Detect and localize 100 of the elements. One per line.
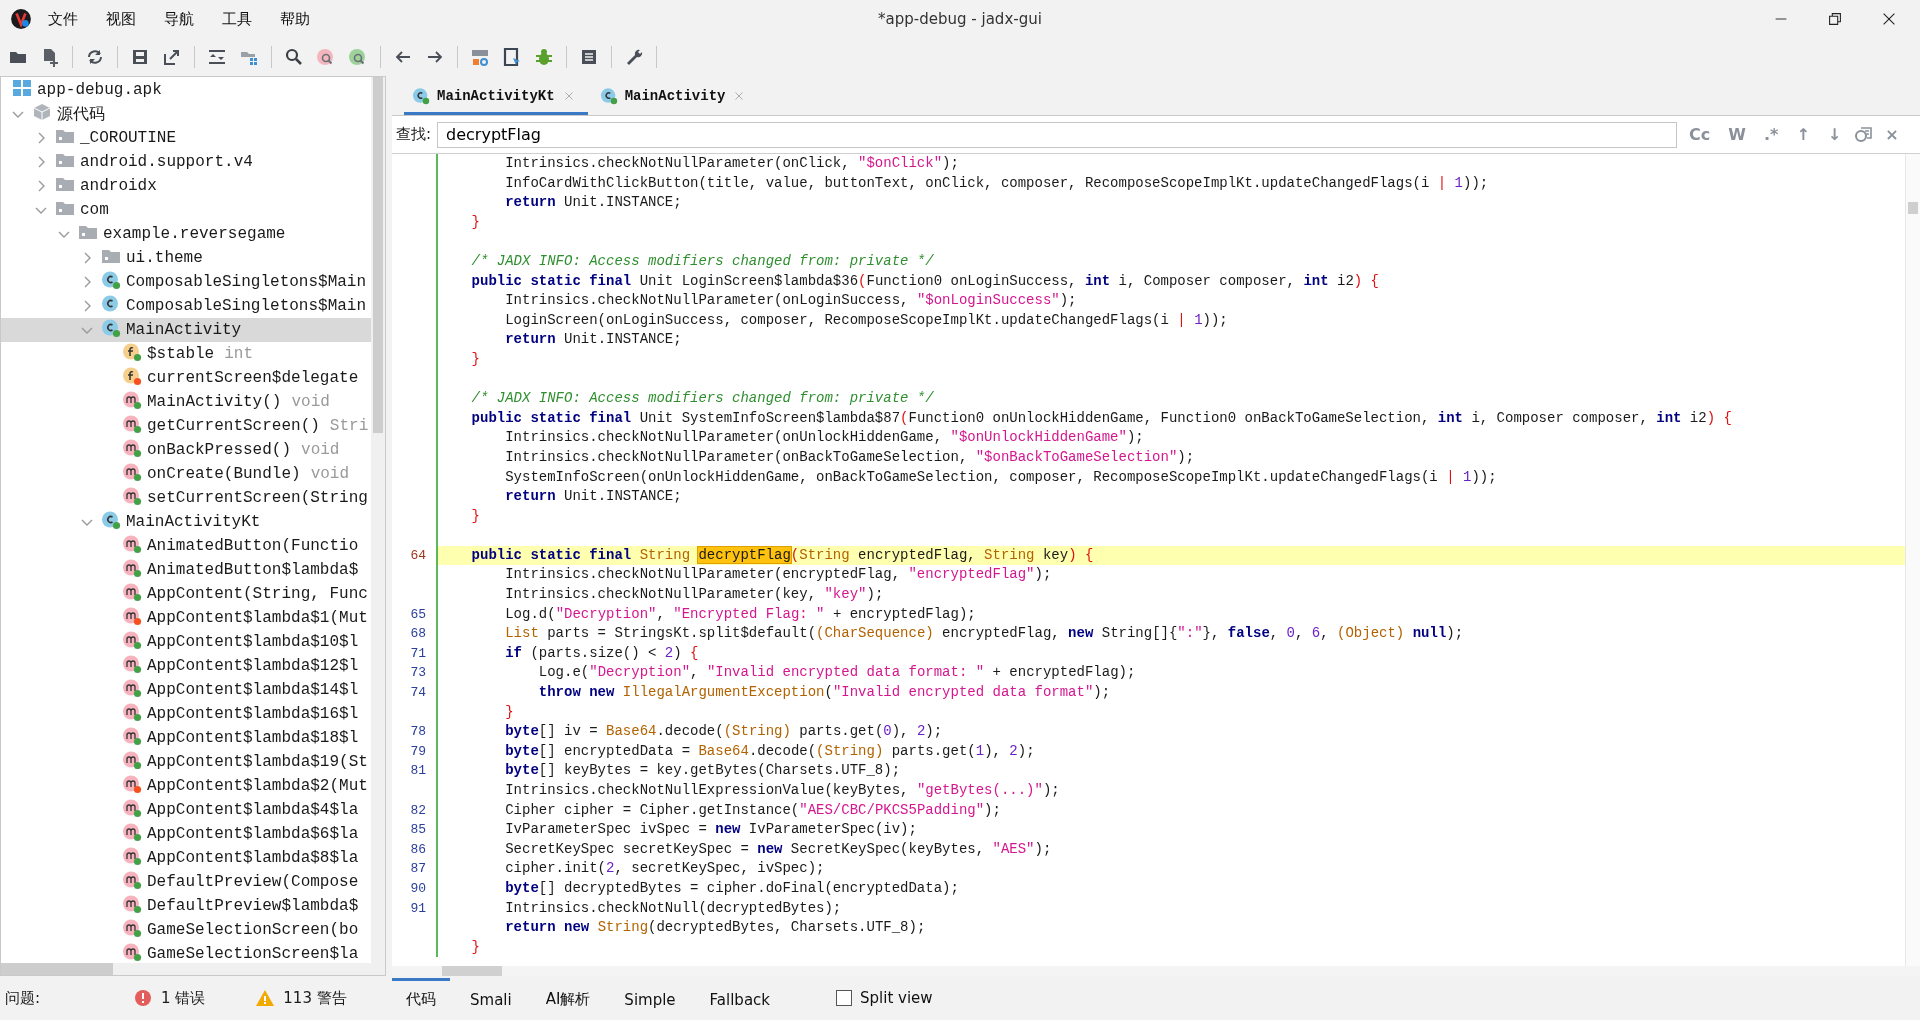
method-icon — [122, 605, 142, 626]
method-icon — [122, 749, 142, 770]
code-line: byte[] encryptedData = Base64.decode((String) parts.get(1), 2); — [505, 742, 1035, 759]
method-icon — [122, 413, 142, 434]
error-count[interactable]: 1 错误 — [161, 988, 206, 1008]
method-icon — [122, 557, 142, 578]
code-line: Intrinsics.checkNotNullParameter(onUnlockHiddenGame, "$onUnlockHiddenGame"); — [505, 429, 1144, 446]
menu-item[interactable]: 文件 — [36, 5, 90, 33]
menu-item[interactable]: 视图 — [94, 5, 148, 33]
code-line: byte[] keyBytes = key.getBytes(Charsets.UTF_8); — [505, 762, 901, 779]
code-line: } — [471, 507, 480, 524]
tree-item[interactable]: com — [1, 198, 371, 222]
method-icon — [122, 701, 142, 722]
tree-item[interactable]: _COROUTINE — [1, 126, 371, 150]
tree-item[interactable]: ComposableSingletons$Main — [1, 270, 371, 294]
view-tab[interactable]: 代码 — [392, 978, 450, 1018]
method-icon — [122, 581, 142, 602]
scrollbar-thumb[interactable] — [1, 963, 113, 975]
code-line: /* JADX INFO: Access modifiers changed from: private */ — [471, 252, 934, 269]
code-line: Intrinsics.checkNotNull(decryptedBytes); — [505, 899, 842, 916]
method-icon — [122, 485, 142, 506]
magnifier-circle-icon[interactable] — [316, 47, 336, 67]
editor-tab[interactable]: MainActivity — [591, 79, 759, 115]
tree-item[interactable]: androidx — [1, 174, 371, 198]
warning-count[interactable]: 113 警告 — [283, 988, 347, 1008]
tree-item[interactable]: GameSelectionScreen$la — [1, 942, 371, 963]
scrollbar-thumb[interactable] — [442, 966, 502, 976]
bug-icon[interactable] — [534, 47, 554, 67]
code-line: Intrinsics.checkNotNullParameter(onClick, "$onClick"); — [505, 155, 959, 171]
tree-item[interactable]: AnimatedButton$lambda$ — [1, 558, 371, 582]
align-icon[interactable] — [207, 47, 227, 67]
log-icon[interactable] — [579, 47, 599, 67]
code-line: Intrinsics.checkNotNullExpressionValue(keyBytes, "getBytes(...)"); — [505, 782, 1060, 798]
tree-item[interactable]: AppContent$lambda$16$l — [1, 702, 371, 726]
tree-item[interactable]: DefaultPreview$lambda$ — [1, 894, 371, 918]
line-number: 91 — [410, 900, 426, 916]
code-line: SystemInfoScreen(onUnlockHiddenGame, onBackToGameSelection, composer, RecomposeScopeImplKt.updateChangedFlags(i | 1)); — [505, 468, 1497, 485]
method-icon — [122, 845, 142, 866]
tree-item[interactable]: AppContent$lambda$2(Mut — [1, 774, 371, 798]
tree-item[interactable]: onCreate(Bundle) void — [1, 462, 371, 486]
view-tab[interactable]: Fallback — [695, 978, 784, 1018]
tree-item[interactable]: DefaultPreview(Compose — [1, 870, 371, 894]
export-icon[interactable] — [162, 47, 182, 67]
view-tab[interactable]: AI解析 — [531, 978, 605, 1018]
tree-item[interactable]: AppContent$lambda$1(Mut — [1, 606, 371, 630]
tree-item[interactable]: android.support.v4 — [1, 150, 371, 174]
code-line: public static final Unit LoginScreen$lambda$36(Function0 onLoginSuccess, int i, Composer composer, int i2) { — [471, 272, 1380, 289]
code-line: SecretKeySpec secretKeySpec = new SecretKeySpec(keyBytes, "AES"); — [505, 840, 1052, 857]
tree-item[interactable]: setCurrentScreen(String — [1, 486, 371, 510]
tree-item[interactable]: $stable int — [1, 342, 371, 366]
scrollbar-thumb[interactable] — [1908, 202, 1918, 214]
tree-item[interactable]: AppContent$lambda$18$l — [1, 726, 371, 750]
tree-item[interactable]: AnimatedButton(Functio — [1, 534, 371, 558]
view-tab[interactable]: Smali — [456, 978, 526, 1018]
code-line: public static final String decryptFlag(String encryptedFlag, String key) { — [471, 546, 1094, 563]
view-tab[interactable]: Simple — [610, 978, 690, 1018]
document-cursor-icon[interactable] — [502, 47, 522, 67]
code-line: Intrinsics.checkNotNullParameter(onBackToGameSelection, "$onBackToGameSelection"); — [505, 448, 1195, 465]
code-line: return new String(decryptedBytes, Charsets.UTF_8); — [505, 919, 926, 936]
code-line: LoginScreen(onLoginSuccess, composer, RecomposeScopeImplKt.updateChangedFlags(i | 1)); — [505, 311, 1228, 328]
tree-item[interactable]: getCurrentScreen() Stri — [1, 414, 371, 438]
tree-item[interactable]: MainActivity — [1, 318, 371, 342]
tree-item[interactable]: AppContent(String, Func — [1, 582, 371, 606]
tree-item[interactable]: MainActivityKt — [1, 510, 371, 534]
code-line: return Unit.INSTANCE; — [505, 194, 682, 211]
tree-item[interactable]: AppContent$lambda$4$la — [1, 798, 371, 822]
tree-item[interactable]: 源代码 — [1, 102, 371, 126]
tree-item[interactable]: AppContent$lambda$6$la — [1, 822, 371, 846]
save-icon[interactable] — [130, 47, 150, 67]
tree-item[interactable]: AppContent$lambda$19(St — [1, 750, 371, 774]
menu-item[interactable]: 帮助 — [268, 5, 322, 33]
method-icon — [122, 917, 142, 938]
line-number: 79 — [410, 743, 426, 759]
menu-item[interactable]: 导航 — [152, 5, 206, 33]
tree-item[interactable]: currentScreen$delegate — [1, 366, 371, 390]
search-list-icon[interactable] — [1853, 124, 1874, 145]
code-line: } — [471, 350, 480, 367]
tree-item[interactable]: AppContent$lambda$10$l — [1, 630, 371, 654]
tree-item[interactable]: MainActivity() void — [1, 390, 371, 414]
tree-item[interactable]: app-debug.apk — [1, 78, 371, 102]
tree-item[interactable]: ComposableSingletons$Main — [1, 294, 371, 318]
tree-item[interactable]: onBackPressed() void — [1, 438, 371, 462]
tree-item[interactable]: AppContent$lambda$12$l — [1, 654, 371, 678]
tree-item[interactable]: AppContent$lambda$8$la — [1, 846, 371, 870]
line-number: 81 — [410, 763, 426, 779]
restore-icon[interactable] — [1826, 10, 1844, 28]
code-line: cipher.init(2, secretKeySpec, ivSpec); — [505, 860, 825, 877]
scrollbar-thumb[interactable] — [373, 77, 383, 433]
tree-item[interactable]: AppContent$lambda$14$l — [1, 678, 371, 702]
tree-item[interactable]: example.reversegame — [1, 222, 371, 246]
search-icon[interactable] — [284, 47, 304, 67]
split-view-checkbox[interactable]: Split view — [830, 988, 939, 1008]
search-field[interactable]: decryptFlag — [437, 121, 1678, 148]
tree-item[interactable]: GameSelectionScreen(bo — [1, 918, 371, 942]
line-number: 86 — [410, 841, 426, 857]
magnifier-circle-icon[interactable] — [348, 47, 368, 67]
menu-item[interactable]: 工具 — [210, 5, 264, 33]
tree-item[interactable]: ui.theme — [1, 246, 371, 270]
class-icon — [101, 269, 121, 290]
sync-icon[interactable] — [85, 47, 105, 67]
